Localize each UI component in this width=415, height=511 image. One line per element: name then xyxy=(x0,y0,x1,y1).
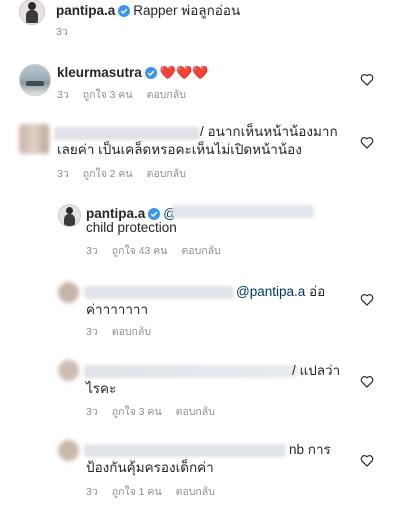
reply-2-mention[interactable]: @pantipa.a xyxy=(236,284,305,299)
comment-2-likes[interactable]: ถูกใจ 2 คน xyxy=(83,168,133,180)
reply-2-reply-button[interactable]: ตอบกลับ xyxy=(112,326,151,338)
reply-4-time: 3ว xyxy=(86,486,98,498)
comment-1-likes[interactable]: ถูกใจ 3 คน xyxy=(83,89,133,101)
post-caption-row: pantipa.a Rapper พ่อลูกอ่อน xyxy=(56,1,240,21)
comment-2-text-line1: / อนากเห็นหน้าน้องมาก xyxy=(200,124,338,139)
reply-3-meta: 3ว ถูกใจ 3 คน ตอบกลับ xyxy=(86,403,229,420)
comment-2-time: 3ว xyxy=(57,168,69,180)
reply-4-reply-button[interactable]: ตอบกลับ xyxy=(176,486,215,498)
reply-2-text-row: @pantipa.a อ่อ xyxy=(236,282,325,302)
reply-1-reply-button[interactable]: ตอบกลับ xyxy=(181,245,220,257)
post-author-username[interactable]: pantipa.a xyxy=(56,3,115,18)
reply-2-time: 3ว xyxy=(86,326,98,338)
comment-1-text-row: kleurmasutra ❤️❤️❤️ xyxy=(57,64,208,82)
reply-author-avatar[interactable] xyxy=(58,204,81,227)
comment-1-emoji: ❤️❤️❤️ xyxy=(159,65,209,80)
reply-3-text-line2: ไรคะ xyxy=(86,381,117,396)
blurred-username xyxy=(54,127,200,140)
reply-3-text-tail: / แปลว่า xyxy=(292,363,341,378)
blurred-username xyxy=(84,286,234,299)
reply-1-time: 3ว xyxy=(86,245,98,257)
reply-2-meta: 3ว ตอบกลับ xyxy=(86,323,165,340)
reply-1-meta: 3ว ถูกใจ 43 คน ตอบกลับ xyxy=(86,242,235,259)
like-heart-icon[interactable] xyxy=(360,73,374,86)
comment-2-reply-button[interactable]: ตอบกลับ xyxy=(147,168,186,180)
reply-author-avatar[interactable] xyxy=(58,360,79,381)
blurred-mention xyxy=(172,205,314,218)
post-author-avatar[interactable] xyxy=(19,0,45,25)
like-heart-icon[interactable] xyxy=(360,136,374,149)
reply-author-avatar[interactable] xyxy=(58,440,79,461)
reply-3-reply-button[interactable]: ตอบกลับ xyxy=(176,406,215,418)
verified-badge-icon xyxy=(118,5,131,17)
reply-4-likes[interactable]: ถูกใจ 1 คน xyxy=(112,486,162,498)
comment-1-meta: 3ว ถูกใจ 3 คน ตอบกลับ xyxy=(57,86,200,103)
reply-author-avatar[interactable] xyxy=(58,282,79,303)
reply-4-text-tail: nb การ xyxy=(289,442,331,457)
like-heart-icon[interactable] xyxy=(360,293,374,306)
blurred-username xyxy=(84,444,286,457)
verified-badge-icon xyxy=(144,67,157,79)
like-heart-icon[interactable] xyxy=(360,375,374,388)
reply-1-likes[interactable]: ถูกใจ 43 คน xyxy=(112,245,168,257)
reply-4-text-line2: ป้องกันคุ้มครองเด็กค่า xyxy=(86,460,214,475)
reply-1-text: child protection xyxy=(86,220,177,235)
commenter-avatar[interactable] xyxy=(19,64,51,96)
reply-4-meta: 3ว ถูกใจ 1 คน ตอบกลับ xyxy=(86,483,229,500)
reply-2-text-line2: ค่าาาาาาา xyxy=(86,302,149,317)
reply-2-text-tail: อ่อ xyxy=(309,284,326,299)
comment-2-meta: 3ว ถูกใจ 2 คน ตอบกลับ xyxy=(57,165,200,182)
comment-1-time: 3ว xyxy=(57,89,69,101)
post-caption: Rapper พ่อลูกอ่อน xyxy=(133,3,241,18)
blurred-username xyxy=(84,365,298,378)
comment-2-text-line2: เลยค่า เป็นเคล็ดหรอคะเห็นไม่เปิดหน้าน้อง xyxy=(57,142,302,157)
commenter-avatar[interactable] xyxy=(19,124,49,154)
comment-1-username[interactable]: kleurmasutra xyxy=(57,65,142,80)
reply-3-likes[interactable]: ถูกใจ 3 คน xyxy=(112,406,162,418)
reply-3-time: 3ว xyxy=(86,406,98,418)
post-time: 3ว xyxy=(56,26,68,38)
like-heart-icon[interactable] xyxy=(360,454,374,467)
comment-1-reply-button[interactable]: ตอบกลับ xyxy=(147,89,186,101)
